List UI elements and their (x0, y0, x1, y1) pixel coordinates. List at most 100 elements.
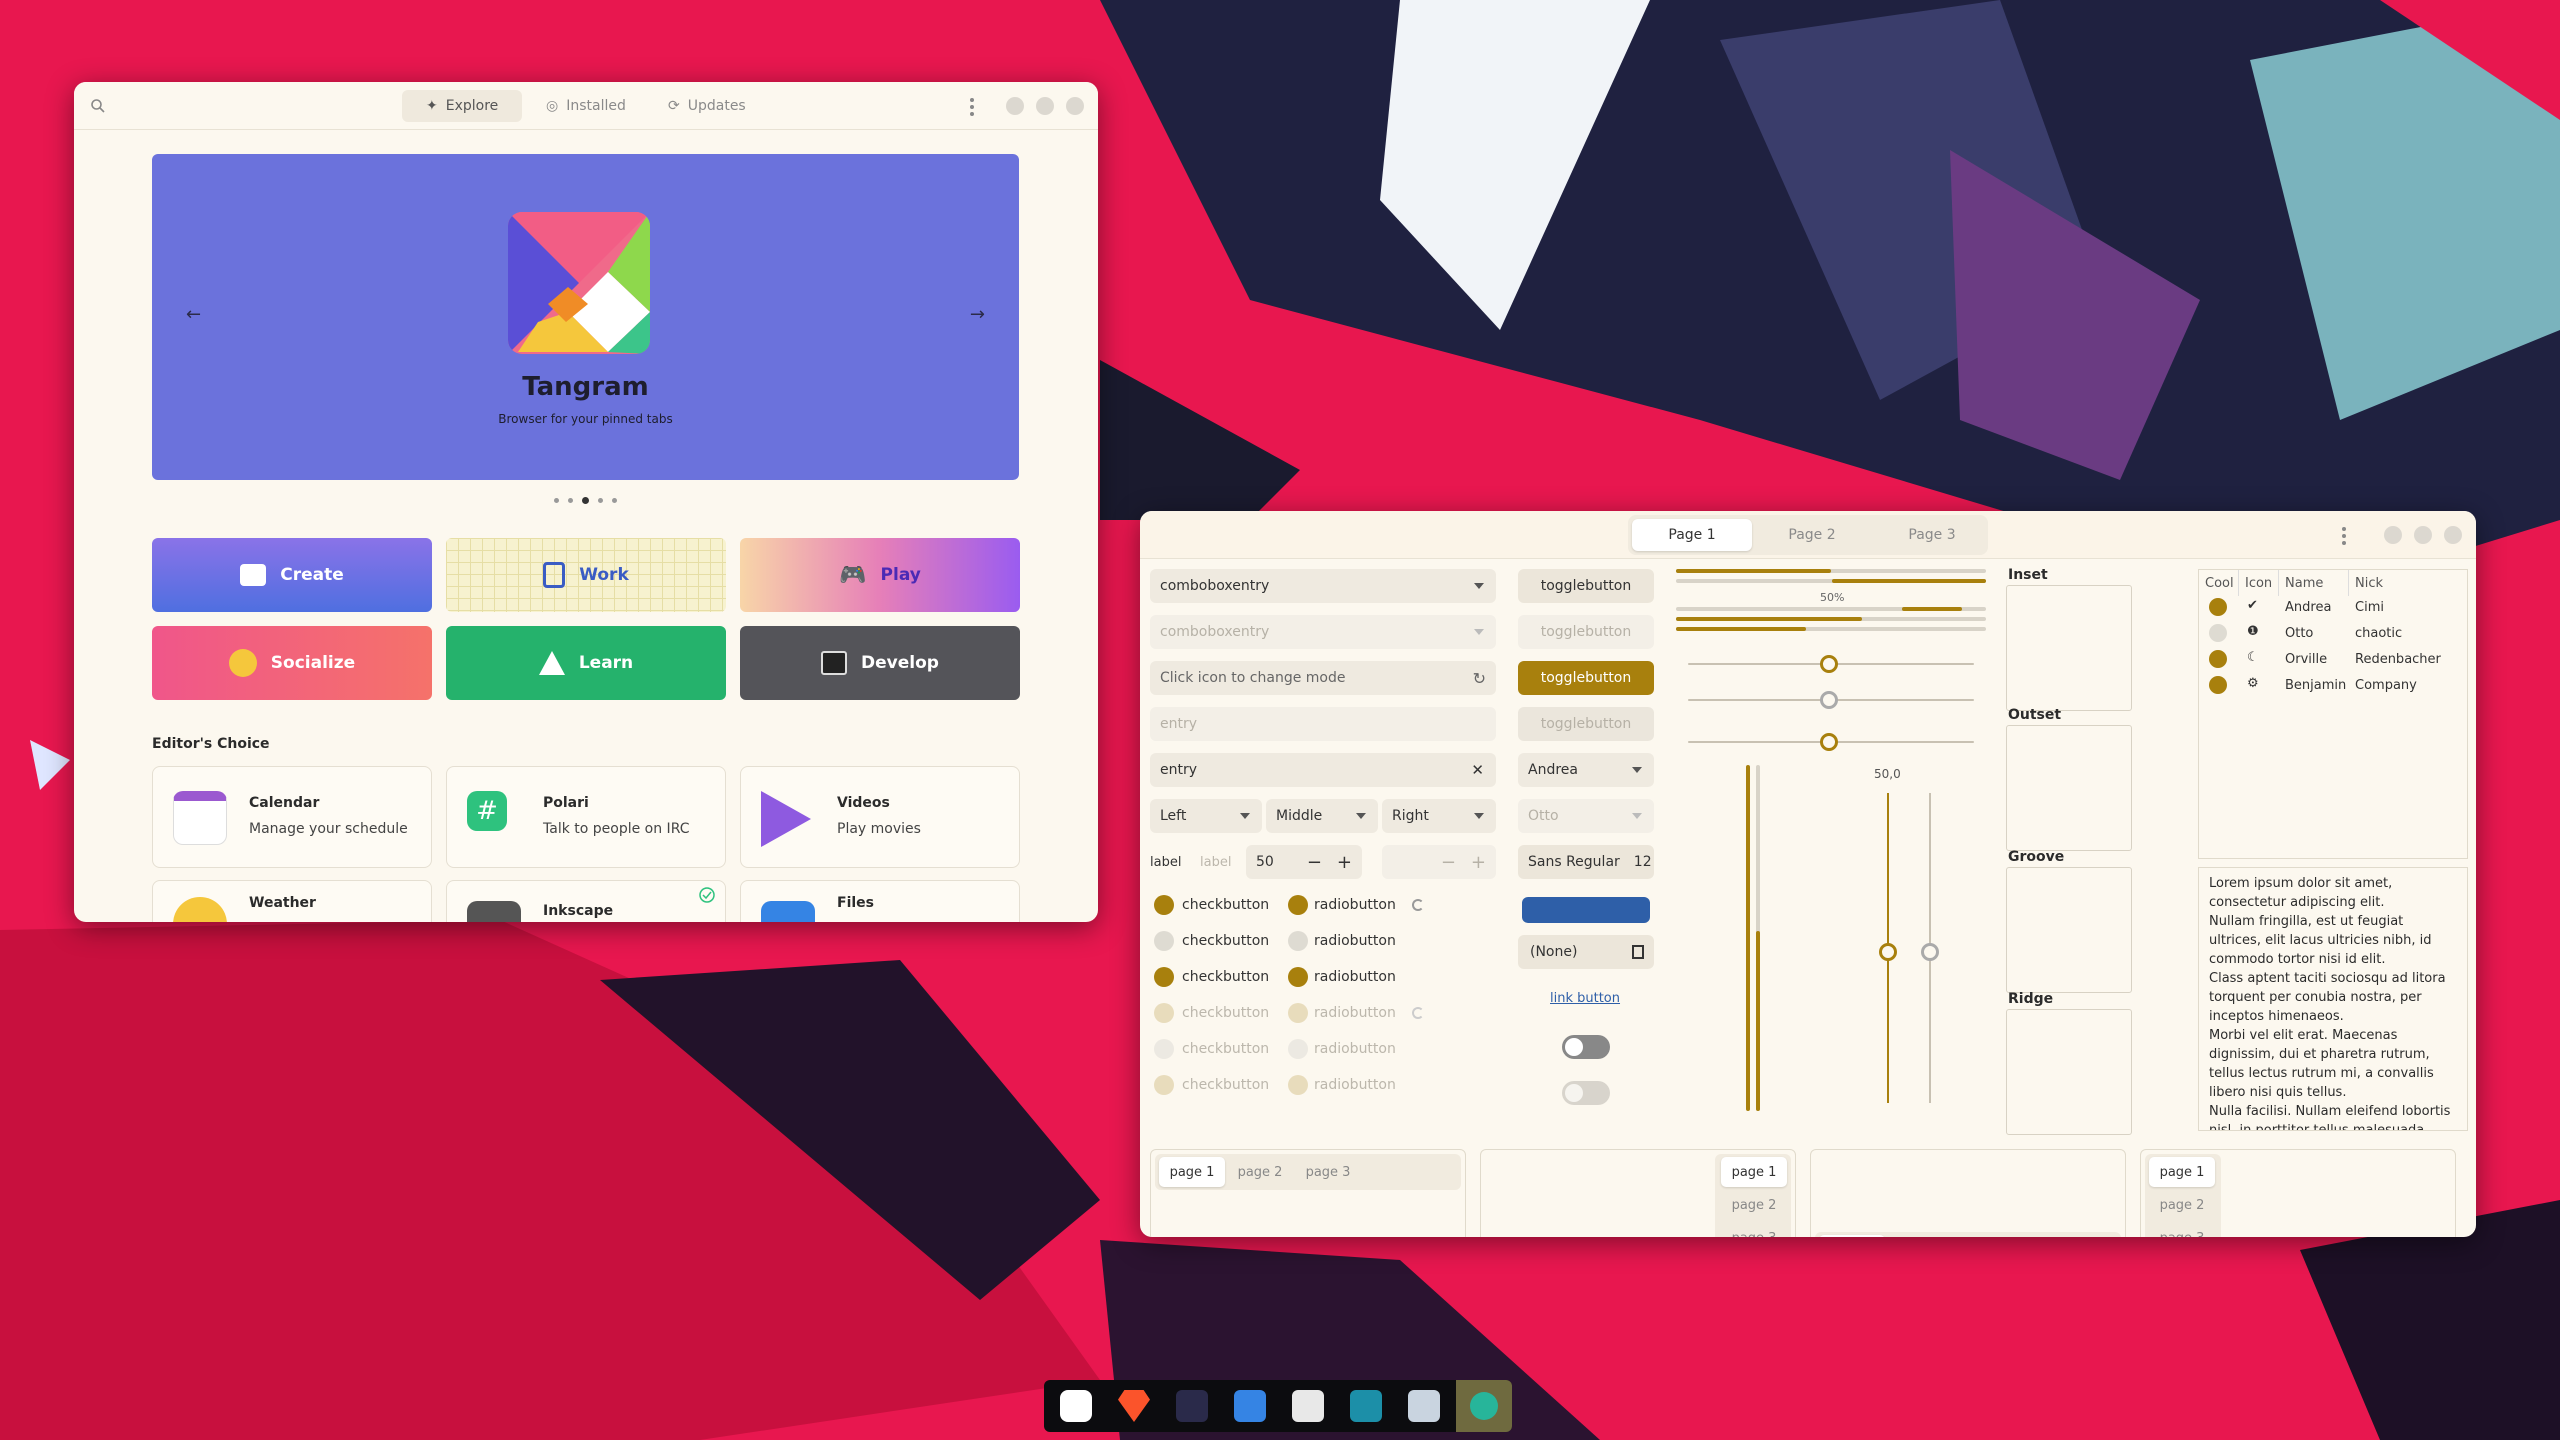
files-icon[interactable] (1234, 1390, 1266, 1422)
spinner-icon (1412, 899, 1424, 911)
tree-check-4[interactable] (2209, 676, 2227, 694)
vscale-2-knob[interactable] (1921, 943, 1939, 961)
vscale-1-knob[interactable] (1879, 943, 1897, 961)
category-play[interactable]: 🎮 Play (740, 538, 1020, 612)
notebook-tab[interactable]: page 1 (2149, 1157, 2215, 1187)
radio-1[interactable] (1288, 895, 1308, 915)
app-card-weather[interactable]: Weather (152, 880, 432, 922)
category-create[interactable]: Create (152, 538, 432, 612)
tree-check-3[interactable] (2209, 650, 2227, 668)
notebook-tab[interactable]: page 3 (1721, 1223, 1787, 1238)
maximize-button[interactable] (1036, 97, 1054, 115)
color-button[interactable] (1522, 897, 1650, 923)
link-button[interactable]: link button (1550, 991, 1620, 1006)
notebook-tab[interactable]: page 2 (1887, 1235, 1953, 1237)
scale-value: 50,0 (1874, 767, 1901, 781)
app-card-inkscape[interactable]: Inkscape (446, 880, 726, 922)
hscale-2-knob[interactable] (1820, 691, 1838, 709)
switch-off[interactable] (1562, 1035, 1610, 1059)
hscale-1-knob[interactable] (1820, 655, 1838, 673)
tab-page-2[interactable]: Page 2 (1752, 519, 1872, 551)
category-work[interactable]: Work (446, 538, 726, 612)
close-button[interactable] (2444, 526, 2462, 544)
checkbox-3[interactable] (1154, 967, 1174, 987)
entry-placeholder[interactable]: entry (1150, 707, 1496, 741)
terminal-icon (821, 651, 848, 675)
notebook-top: page 1 page 2 page 3 (1150, 1149, 1466, 1237)
notebook-tab[interactable]: page 3 (1295, 1157, 1361, 1187)
store-icon[interactable] (1292, 1390, 1324, 1422)
font-button[interactable]: Sans Regular 12 (1518, 845, 1654, 879)
brave-icon[interactable] (1118, 1390, 1150, 1422)
combo-left[interactable]: Left (1150, 799, 1262, 833)
plus-icon[interactable]: + (1337, 852, 1352, 873)
category-develop[interactable]: Develop (740, 626, 1020, 700)
menu-icon[interactable] (970, 96, 974, 118)
text-view[interactable]: Lorem ipsum dolor sit amet, consectetur … (2198, 867, 2468, 1131)
combo-andrea[interactable]: Andrea (1518, 753, 1654, 787)
frame-outset (2006, 725, 2132, 851)
tree-header-icon[interactable]: Icon (2239, 570, 2279, 596)
tree-header-name[interactable]: Name (2279, 570, 2349, 596)
notebook-tab[interactable]: page 2 (1227, 1157, 1293, 1187)
file-chooser-button[interactable]: (None) (1518, 935, 1654, 969)
check-icon: ✔ (2247, 598, 2258, 613)
app-card-polari[interactable]: # Polari Talk to people on IRC (446, 766, 726, 868)
notebook-tab[interactable]: page 3 (2149, 1223, 2215, 1238)
radio-2[interactable] (1288, 931, 1308, 951)
tab-explore[interactable]: ✦ Explore (402, 90, 523, 122)
notebook-tab[interactable]: page 1 (1721, 1157, 1787, 1187)
app-card-calendar[interactable]: Calendar Manage your schedule (152, 766, 432, 868)
tree-header-cool[interactable]: Cool (2199, 570, 2239, 596)
settings-icon[interactable] (1456, 1380, 1512, 1432)
close-button[interactable] (1066, 97, 1084, 115)
category-socialize[interactable]: Socialize (152, 626, 432, 700)
togglebutton-3[interactable]: togglebutton (1518, 661, 1654, 695)
tab-page-3[interactable]: Page 3 (1872, 519, 1992, 551)
carousel-next-button[interactable]: → (970, 304, 985, 325)
spinbutton[interactable]: 50− + (1246, 845, 1362, 879)
refresh-icon[interactable]: ↻ (1473, 669, 1486, 688)
tree-view[interactable]: Cool Icon Name Nick ✔ Andrea Cimi ❶ Otto… (2198, 569, 2468, 859)
combo-middle[interactable]: Middle (1266, 799, 1378, 833)
image-viewer-icon[interactable] (1408, 1390, 1440, 1422)
tree-header-nick[interactable]: Nick (2349, 570, 2469, 596)
notebook-right: page 1 page 2 page 3 (1480, 1149, 1796, 1237)
tab-page-1[interactable]: Page 1 (1632, 519, 1752, 551)
app-card-files[interactable]: Files (740, 880, 1020, 922)
notebook-tab[interactable]: page 1 (1159, 1157, 1225, 1187)
menu-icon[interactable] (2342, 525, 2346, 547)
combo-right[interactable]: Right (1382, 799, 1496, 833)
chevron-down-icon (1356, 813, 1366, 819)
search-icon[interactable] (90, 98, 106, 114)
notebook-tab[interactable]: page 2 (2149, 1190, 2215, 1220)
tree-check-2[interactable] (2209, 624, 2227, 642)
mode-entry[interactable]: Click icon to change mode ↻ (1150, 661, 1496, 695)
screenshot-icon[interactable] (1350, 1390, 1382, 1422)
carousel-prev-button[interactable]: ← (186, 304, 201, 325)
checkbox-1[interactable] (1154, 895, 1174, 915)
notebook-tab[interactable]: page 2 (1721, 1190, 1787, 1220)
minimize-button[interactable] (2384, 526, 2402, 544)
maximize-button[interactable] (2414, 526, 2432, 544)
featured-carousel[interactable]: ← → Tangram Browser for your pinned tabs (152, 154, 1019, 480)
tree-check-1[interactable] (2209, 598, 2227, 616)
tab-updates[interactable]: ⟳ Updates (644, 90, 770, 122)
entry-field[interactable]: entry ✕ (1150, 753, 1496, 787)
app-card-videos[interactable]: Videos Play movies (740, 766, 1020, 868)
notebook-tab[interactable]: page 3 (1955, 1235, 2021, 1237)
notebook-tab[interactable]: page 1 (1819, 1235, 1885, 1237)
clear-icon[interactable]: ✕ (1471, 761, 1484, 779)
comboboxentry-1[interactable]: comboboxentry (1150, 569, 1496, 603)
radio-3[interactable] (1288, 967, 1308, 987)
minus-icon[interactable]: − (1307, 852, 1322, 873)
hscale-3-knob[interactable] (1820, 733, 1838, 751)
software-icon[interactable] (1060, 1390, 1092, 1422)
togglebutton-1[interactable]: togglebutton (1518, 569, 1654, 603)
sublime-icon[interactable] (1176, 1390, 1208, 1422)
category-learn[interactable]: Learn (446, 626, 726, 700)
tab-installed[interactable]: ◎ Installed (522, 90, 650, 122)
checkbox-2[interactable] (1154, 931, 1174, 951)
carousel-dots[interactable] (554, 497, 617, 504)
minimize-button[interactable] (1006, 97, 1024, 115)
